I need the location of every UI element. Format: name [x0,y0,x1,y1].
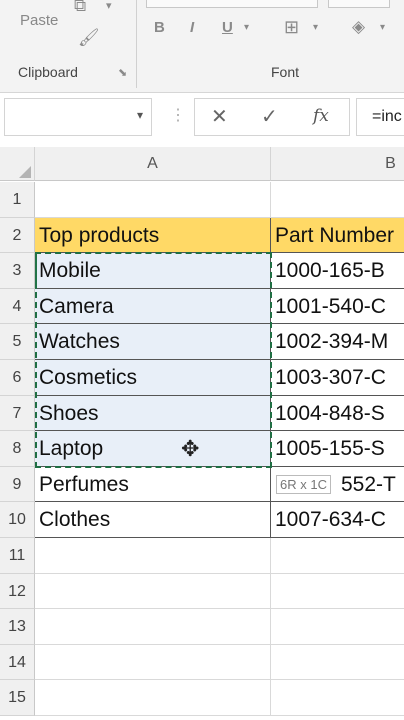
ribbon: Paste ⧉ ▾ 🖌 Clipboard ⬊ B I U ▾ ⊞ ▾ ◈ ▾ … [0,0,404,93]
row-header[interactable]: 2 [0,217,35,254]
fill-color-icon[interactable]: ◈ [352,17,365,37]
row-header[interactable]: 4 [0,288,35,325]
format-painter-icon[interactable]: 🖌 [78,28,100,48]
cell-b7[interactable]: 1004-848-S [271,396,404,432]
font-group-label: Font [271,64,300,80]
chevron-down-icon[interactable]: ▾ [244,22,249,33]
row-header[interactable]: 6 [0,360,35,396]
font-name-box[interactable] [146,0,318,8]
clipboard-group-label: Clipboard [18,64,78,80]
cell-a15[interactable] [35,680,271,716]
formula-bar-grip-icon: ⋮ [170,107,186,124]
cell-a2[interactable]: Top products [35,217,271,254]
cell-b15[interactable] [271,680,404,716]
insert-function-icon[interactable]: fx [313,106,329,126]
cell-a1[interactable] [35,182,271,218]
chevron-down-icon[interactable]: ▾ [313,22,318,33]
cell-b4[interactable]: 1001-540-C [271,289,404,325]
row-header[interactable]: 5 [0,324,35,360]
row-header[interactable]: 10 [0,502,35,538]
italic-button[interactable]: I [190,19,194,36]
cell-a8[interactable]: Laptop [35,431,271,467]
cell-a4[interactable]: Camera [35,288,271,325]
paste-label: Paste [20,12,59,29]
paste-button[interactable]: Paste [8,0,66,34]
row-header[interactable]: 14 [0,644,35,681]
column-header-b[interactable]: B [271,147,404,181]
name-box[interactable]: ▾ [4,98,152,136]
cell-b3[interactable]: 1000-165-B [271,253,404,289]
dialog-launcher-icon[interactable]: ⬊ [118,66,127,79]
row-header[interactable]: 15 [0,680,35,716]
formula-text: =inc [372,108,402,125]
row-header[interactable]: 1 [0,182,35,218]
cell-b8[interactable]: 1005-155-S [271,431,404,467]
cell-b1[interactable] [271,182,404,218]
cell-a12[interactable] [35,573,271,610]
row-header[interactable]: 11 [0,538,35,574]
column-header-a[interactable]: A [35,147,271,181]
formula-buttons: ✕ ✓ fx [194,98,350,136]
cell-a9[interactable]: Perfumes [35,466,271,503]
copy-icon[interactable]: ⧉ [74,0,86,16]
cell-a7[interactable]: Shoes [35,395,271,432]
cell-a5[interactable]: Watches [35,324,271,360]
row-header[interactable]: 7 [0,395,35,432]
select-all-triangle-icon [19,166,31,178]
cancel-icon[interactable]: ✕ [211,104,228,129]
worksheet-grid[interactable]: A B 1 2 Top products Part Number 3 Mobile 1000… [0,147,404,720]
row-header[interactable]: 9 [0,466,35,503]
cell-b6[interactable]: 1003-307-C [271,360,404,396]
cell-b10[interactable]: 1007-634-C [271,502,404,538]
cell-b5[interactable]: 1002-394-M [271,324,404,360]
row-header[interactable]: 13 [0,609,35,645]
chevron-down-icon[interactable]: ▾ [106,0,112,12]
move-cursor-icon: ✥ [181,436,200,462]
cell-b2[interactable]: Part Number [271,217,404,254]
row-header[interactable]: 3 [0,253,35,289]
borders-icon[interactable]: ⊞ [284,17,299,38]
chevron-down-icon[interactable]: ▾ [380,22,385,33]
cell-a6[interactable]: Cosmetics [35,360,271,396]
font-size-box[interactable] [328,0,390,8]
chevron-down-icon[interactable]: ▾ [137,108,143,122]
cell-a10[interactable]: Clothes [35,502,271,538]
active-cell-border [35,253,37,289]
cell-a3[interactable]: Mobile [35,253,271,289]
enter-icon[interactable]: ✓ [261,104,278,129]
ribbon-separator [136,0,137,88]
cell-b13[interactable] [271,609,404,645]
row-header[interactable]: 8 [0,431,35,467]
cell-a14[interactable] [35,644,271,681]
selection-size-tooltip: 6R x 1C [276,474,331,494]
underline-button[interactable]: U [222,19,233,36]
bold-button[interactable]: B [154,19,165,36]
select-all-corner[interactable] [0,147,35,181]
cell-b14[interactable] [271,645,404,681]
formula-input[interactable]: =inc [356,98,404,136]
cell-a13[interactable] [35,609,271,645]
cell-b12[interactable] [271,574,404,610]
cell-b11[interactable] [271,538,404,574]
row-header[interactable]: 12 [0,573,35,610]
cell-a11[interactable] [35,538,271,574]
